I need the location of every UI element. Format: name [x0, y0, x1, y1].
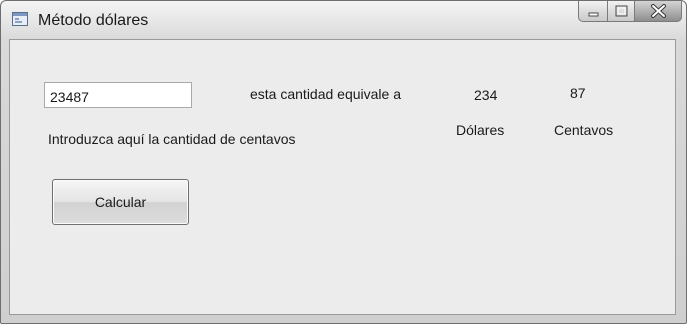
- form-window-icon[interactable]: [12, 12, 28, 26]
- close-button[interactable]: [635, 1, 682, 22]
- cents-caption: Centavos: [554, 122, 614, 138]
- window-title: Método dólares: [38, 12, 149, 29]
- maximize-button[interactable]: [608, 1, 635, 22]
- minimize-icon: [588, 12, 599, 17]
- app-window: Método dólares esta c: [0, 0, 687, 324]
- cents-result: 87: [570, 85, 586, 101]
- dollars-caption: Dólares: [456, 122, 505, 138]
- minimize-button[interactable]: [578, 1, 608, 22]
- instruction-label: Introduzca aquí la cantidad de centavos: [48, 131, 296, 147]
- dollars-result: 234: [474, 87, 498, 103]
- title-bar[interactable]: Método dólares: [1, 1, 686, 41]
- calculate-button[interactable]: Calcular: [52, 179, 189, 225]
- close-icon: [651, 4, 666, 18]
- equivalence-label: esta cantidad equivale a: [250, 86, 401, 102]
- caption-buttons: [578, 1, 682, 23]
- form-client-area: esta cantidad equivale a 234 87 Introduz…: [9, 39, 676, 315]
- cents-input[interactable]: [44, 82, 192, 108]
- maximize-icon: [615, 5, 628, 17]
